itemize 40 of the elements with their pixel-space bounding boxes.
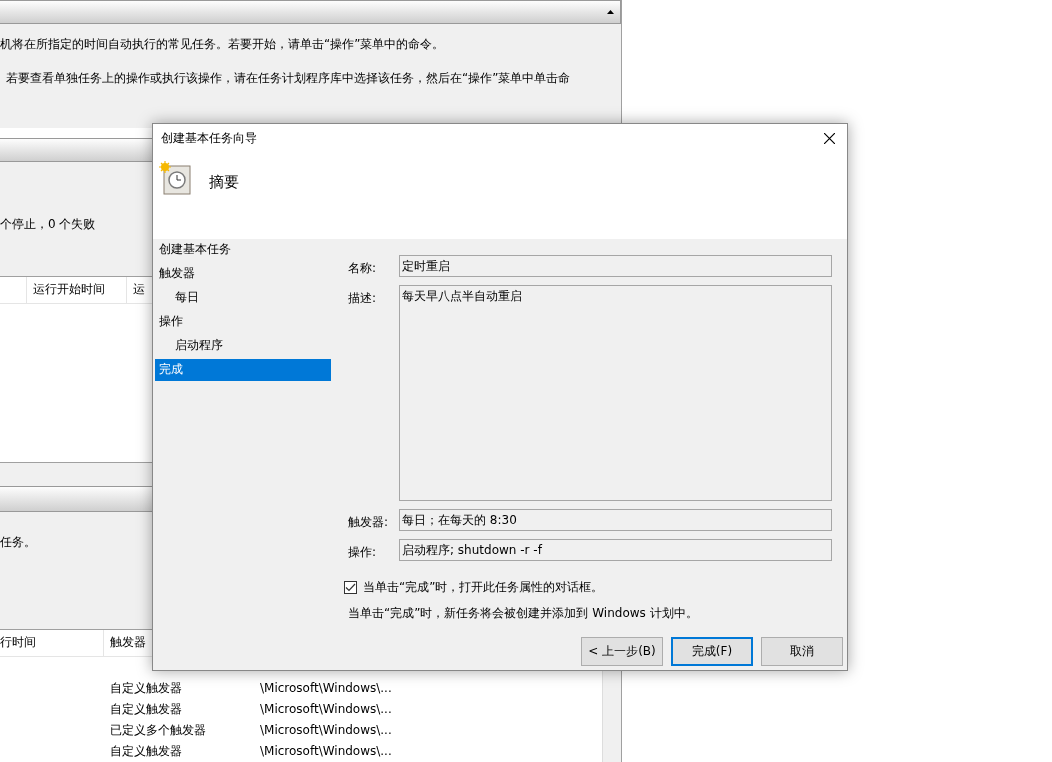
active-tasks-text: 任务。 <box>0 535 36 550</box>
note-text: 当单击“完成”时，新任务将会被创建并添加到 Windows 计划中。 <box>348 605 699 622</box>
wizard-step[interactable]: 完成 <box>155 359 331 381</box>
read-only-field[interactable]: 每日；在每天的 8:30 <box>399 509 832 531</box>
description-field[interactable]: 每天早八点半自动重启 <box>399 285 832 501</box>
window-title: 创建基本任务向导 <box>161 130 257 147</box>
collapse-icon[interactable] <box>607 10 614 14</box>
field-label: 操作: <box>348 544 378 561</box>
checkbox[interactable] <box>344 581 357 594</box>
intro-text: 机将在所指定的时间自动执行的常见任务。若要开始，请单击“操作”菜单中的命令。 <box>0 36 446 53</box>
table-cell: \Microsoft\Windows\... <box>260 744 392 759</box>
column-header[interactable]: 触发器 <box>103 630 146 656</box>
dialog-button[interactable]: 完成(F) <box>671 637 753 666</box>
column-header[interactable]: 运行开始时间 <box>26 276 126 303</box>
wizard-step[interactable]: 触发器 <box>153 263 331 287</box>
status-text: 个停止，0 个失败 <box>0 216 96 234</box>
table-cell-text: 已定义多个触发器 <box>109 722 207 739</box>
dialog-button[interactable]: 取消 <box>761 637 843 666</box>
table-cell-text: 自定义触发器 <box>109 701 183 718</box>
wizard-step[interactable]: 操作 <box>153 311 331 335</box>
intro-text: 若要查看单独任务上的操作或执行该操作，请在任务计划程序库中选择该任务，然后在“操作”菜单中单击命 <box>5 70 572 87</box>
column-header[interactable]: 行时间 <box>0 630 103 656</box>
table-cell-text: 自定义触发器 <box>109 743 183 760</box>
checkbox-label[interactable]: 当单击“完成”时，打开此任务属性的对话框。 <box>363 579 604 596</box>
wizard-step[interactable]: 创建基本任务 <box>153 239 331 263</box>
clock-icon <box>159 161 191 195</box>
field-label: 触发器: <box>348 514 390 531</box>
table-cell-text: 自定义触发器 <box>109 680 183 697</box>
field-label: 名称: <box>348 260 378 277</box>
close-icon[interactable] <box>823 133 835 144</box>
read-only-field[interactable]: 定时重启 <box>399 255 832 277</box>
table-cell: \Microsoft\Windows\... <box>260 681 392 696</box>
dialog-button[interactable]: < 上一步(B) <box>581 637 663 666</box>
table-cell: \Microsoft\Windows\... <box>260 702 392 717</box>
page-heading: 摘要 <box>209 173 239 192</box>
wizard-step[interactable]: 启动程序 <box>153 335 331 359</box>
field-label: 描述: <box>348 290 378 307</box>
wizard-step[interactable]: 每日 <box>153 287 331 311</box>
read-only-field[interactable]: 启动程序; shutdown -r -f <box>399 539 832 561</box>
table-cell: \Microsoft\Windows\... <box>260 723 392 738</box>
